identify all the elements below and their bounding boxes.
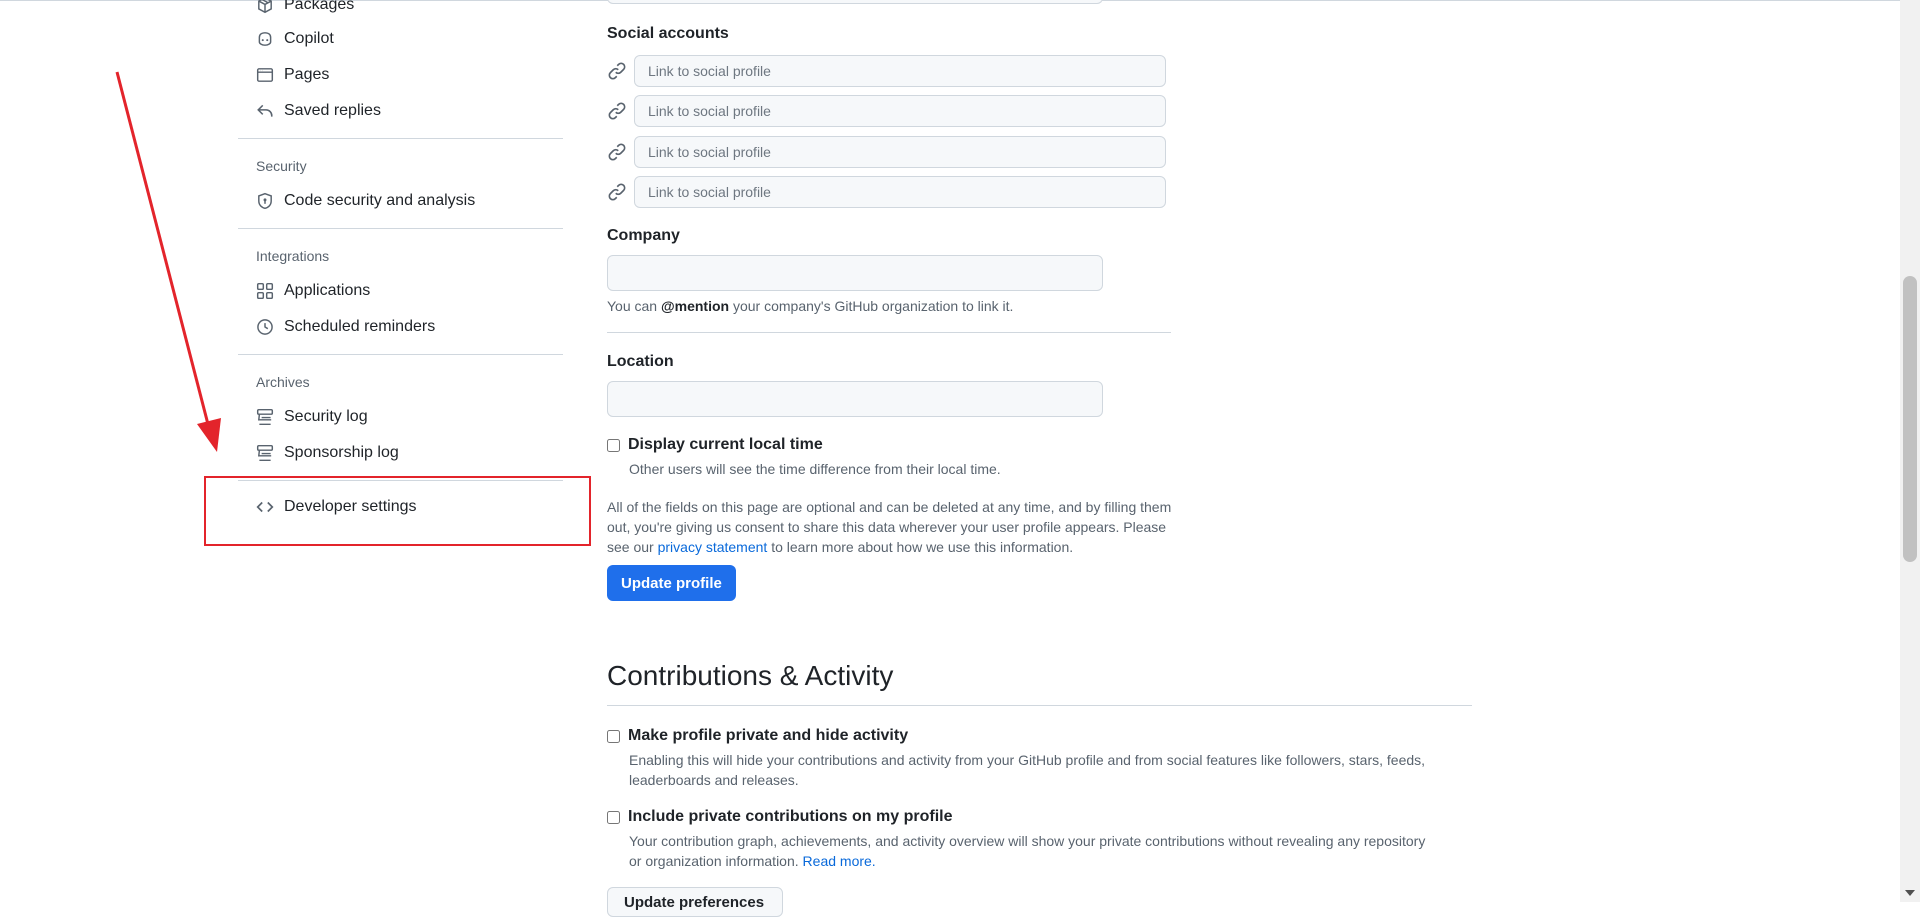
contributions-heading: Contributions & Activity [607, 660, 894, 691]
sidebar-group-title: Security [256, 158, 307, 174]
link-icon [607, 61, 627, 81]
sidebar-item-sponsorship-log[interactable]: Sponsorship log [256, 438, 399, 468]
privacy-statement-link[interactable]: privacy statement [658, 539, 768, 555]
link-icon [607, 101, 627, 121]
sidebar-divider [238, 354, 563, 355]
include-private-label: Include private contributions on my prof… [628, 808, 953, 825]
link-icon [607, 142, 627, 162]
sidebar-item-packages[interactable]: Packages [256, 0, 354, 20]
section-divider [607, 705, 1472, 706]
update-preferences-button[interactable]: Update preferences [607, 887, 783, 917]
local-time-label: Display current local time [628, 436, 823, 453]
social-accounts-label: Social accounts [607, 25, 729, 42]
read-more-link[interactable]: Read more. [803, 853, 876, 869]
scroll-down-arrow-icon[interactable] [1905, 890, 1915, 896]
sidebar-item-label: Applications [284, 282, 371, 299]
sidebar-divider [238, 138, 563, 139]
private-profile-label: Make profile private and hide activity [628, 727, 909, 744]
sidebar-item-copilot[interactable]: Copilot [256, 24, 334, 54]
sidebar-item-label: Pages [284, 66, 330, 83]
sidebar-item-security-log[interactable]: Security log [256, 402, 368, 432]
sidebar-group-title: Archives [256, 374, 310, 390]
sidebar-item-label: Saved replies [284, 102, 381, 119]
sidebar-item-label: Packages [284, 0, 355, 13]
consent-text: All of the fields on this page are optio… [607, 497, 1172, 557]
annotation-arrow-icon [115, 71, 221, 452]
sidebar-item-code-security[interactable]: Code security and analysis [256, 186, 475, 216]
social-profile-input-4[interactable] [634, 176, 1166, 208]
local-time-checkbox[interactable] [607, 438, 620, 452]
local-time-description: Other users will see the time difference… [629, 461, 1001, 477]
include-private-description: Your contribution graph, achievements, a… [629, 831, 1429, 871]
sidebar-item-scheduled-reminders[interactable]: Scheduled reminders [256, 312, 435, 342]
social-profile-input-2[interactable] [634, 95, 1166, 127]
sidebar-item-label: Security log [284, 408, 368, 425]
social-profile-input-1[interactable] [634, 55, 1166, 87]
local-time-option: Display current local time [607, 436, 823, 454]
sidebar-item-label: Sponsorship log [284, 444, 399, 461]
scrollbar-thumb[interactable] [1903, 276, 1917, 562]
private-profile-option: Make profile private and hide activity [607, 727, 908, 745]
previous-field-input[interactable] [607, 0, 1103, 4]
social-account-row [607, 55, 1167, 87]
consent-text-part: to learn more about how we use this info… [767, 539, 1074, 555]
location-label: Location [607, 353, 674, 370]
section-divider [607, 332, 1171, 333]
annotation-highlight-box [204, 476, 591, 546]
social-account-row [607, 176, 1167, 208]
social-account-row [607, 95, 1167, 127]
sidebar-item-applications[interactable]: Applications [256, 276, 370, 306]
company-note-text: your company's GitHub organization to li… [729, 298, 1014, 314]
private-profile-checkbox[interactable] [607, 729, 620, 743]
sidebar-divider [238, 228, 563, 229]
include-private-option: Include private contributions on my prof… [607, 808, 952, 826]
company-note: You can @mention your company's GitHub o… [607, 298, 1013, 314]
include-private-checkbox[interactable] [607, 810, 620, 824]
company-note-mention: @mention [660, 298, 730, 314]
page-scrollbar[interactable] [1900, 0, 1920, 902]
company-label: Company [607, 227, 680, 244]
social-profile-input-3[interactable] [634, 136, 1166, 168]
company-input[interactable] [607, 255, 1103, 291]
sidebar-item-pages[interactable]: Pages [256, 60, 329, 90]
sidebar-item-label: Scheduled reminders [284, 318, 436, 335]
update-profile-button[interactable]: Update profile [607, 565, 736, 601]
social-account-row [607, 136, 1167, 168]
link-icon [607, 182, 627, 202]
sidebar-item-saved-replies[interactable]: Saved replies [256, 96, 381, 126]
sidebar-item-label: Code security and analysis [284, 192, 476, 209]
private-profile-description: Enabling this will hide your contributio… [629, 752, 1426, 788]
include-private-description-text: Your contribution graph, achievements, a… [629, 833, 1426, 869]
company-note-text: You can [607, 298, 661, 314]
sidebar-item-label: Copilot [284, 30, 334, 47]
location-input[interactable] [607, 381, 1103, 417]
sidebar-group-title: Integrations [256, 248, 330, 264]
